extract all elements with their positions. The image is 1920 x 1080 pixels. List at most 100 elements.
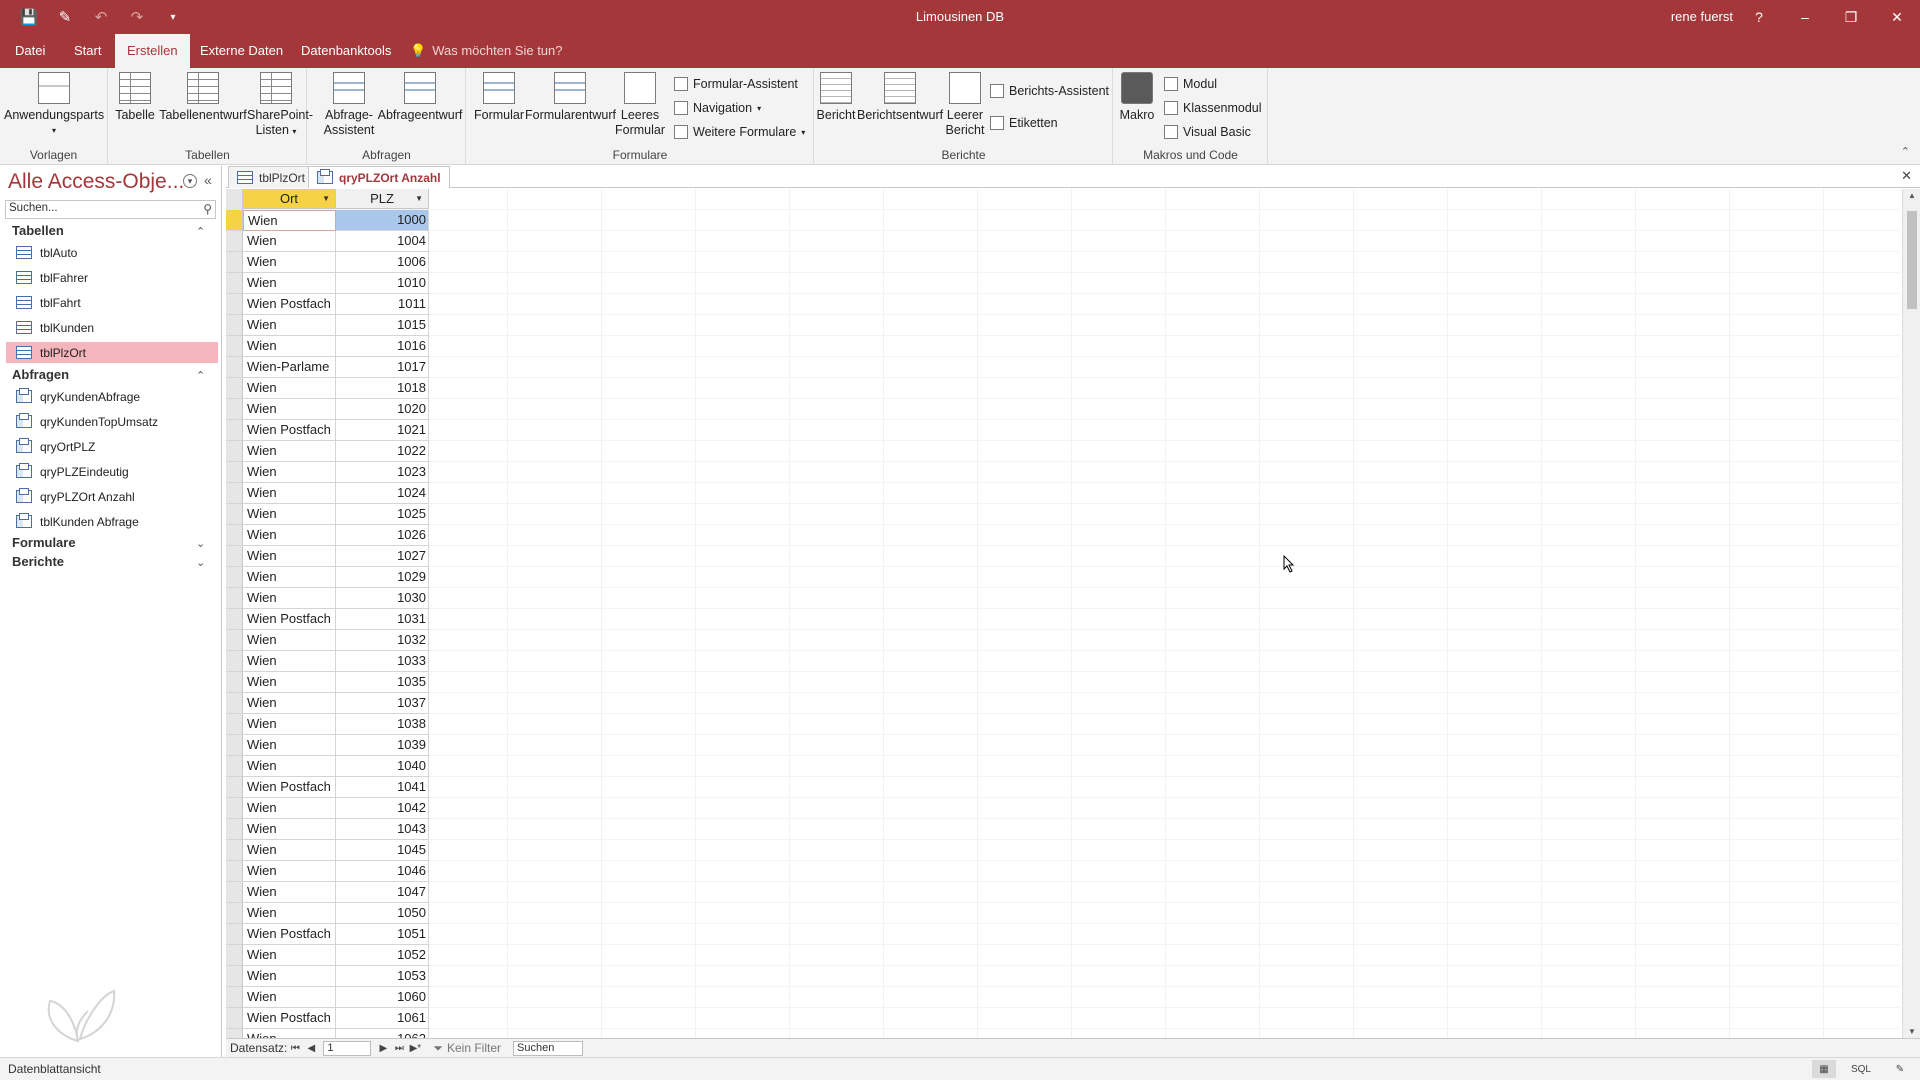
record-selector[interactable] — [226, 462, 243, 483]
cell-ort[interactable]: Wien — [243, 882, 336, 903]
cell-plz[interactable]: 1004 — [336, 231, 429, 252]
record-selector[interactable] — [226, 693, 243, 714]
leeres-formular-button[interactable]: Leeres Formular — [615, 72, 665, 138]
column-header-plz[interactable]: PLZ ▼ — [336, 189, 429, 209]
cell-plz[interactable]: 1018 — [336, 378, 429, 399]
record-selector[interactable] — [226, 504, 243, 525]
first-record-icon[interactable]: ⏮ — [287, 1043, 303, 1054]
cell-ort[interactable]: Wien — [243, 462, 336, 483]
record-selector[interactable] — [226, 441, 243, 462]
design-view-icon[interactable]: ✎ — [1888, 1060, 1912, 1078]
nav-item-tblfahrer[interactable]: tblFahrer — [6, 267, 218, 288]
record-selector[interactable] — [226, 336, 243, 357]
cell-plz[interactable]: 1041 — [336, 777, 429, 798]
user-name[interactable]: rene fuerst — [1671, 9, 1733, 24]
record-selector[interactable] — [226, 882, 243, 903]
close-document-icon[interactable]: ✕ — [1901, 168, 1912, 184]
table-row[interactable]: Wien 1042 — [226, 798, 429, 819]
nav-group-berichte[interactable]: Berichte — [12, 554, 64, 569]
tab-start[interactable]: Start — [62, 34, 113, 68]
table-row[interactable]: Wien 1043 — [226, 819, 429, 840]
undo-icon[interactable]: ↶ — [90, 6, 112, 28]
record-selector[interactable] — [226, 861, 243, 882]
cell-ort[interactable]: Wien Postfach — [243, 777, 336, 798]
table-row[interactable]: Wien 1053 — [226, 966, 429, 987]
table-row[interactable]: Wien Postfach 1011 — [226, 294, 429, 315]
record-selector[interactable] — [226, 987, 243, 1008]
cell-ort[interactable]: Wien — [243, 546, 336, 567]
nav-menu-icon[interactable]: ▾ — [183, 174, 197, 188]
nav-group-formulare[interactable]: Formulare — [12, 535, 76, 550]
cell-plz[interactable]: 1046 — [336, 861, 429, 882]
cell-plz[interactable]: 1024 — [336, 483, 429, 504]
record-selector[interactable] — [226, 651, 243, 672]
table-row[interactable]: Wien 1045 — [226, 840, 429, 861]
restore-button[interactable]: ❐ — [1828, 0, 1874, 34]
record-selector[interactable] — [226, 630, 243, 651]
cell-ort[interactable]: Wien — [243, 966, 336, 987]
design-view-icon[interactable]: ✎ — [54, 6, 76, 28]
record-selector[interactable] — [226, 1029, 243, 1038]
cell-plz[interactable]: 1053 — [336, 966, 429, 987]
modul-button[interactable]: Modul — [1164, 74, 1217, 94]
cell-ort[interactable]: Wien — [243, 651, 336, 672]
tabellenentwurf-button[interactable]: Tabellenentwurf — [159, 72, 247, 123]
cell-plz[interactable]: 1037 — [336, 693, 429, 714]
cell-ort[interactable]: Wien — [243, 714, 336, 735]
record-selector[interactable] — [226, 273, 243, 294]
cell-plz[interactable]: 1052 — [336, 945, 429, 966]
cell-ort[interactable]: Wien — [243, 987, 336, 1008]
record-selector[interactable] — [226, 378, 243, 399]
table-row[interactable]: Wien 1015 — [226, 315, 429, 336]
table-row[interactable]: Wien-Parlame 1017 — [226, 357, 429, 378]
table-row[interactable]: Wien 1060 — [226, 987, 429, 1008]
cell-plz[interactable]: 1022 — [336, 441, 429, 462]
cell-plz[interactable]: 1006 — [336, 252, 429, 273]
table-row[interactable]: Wien 1027 — [226, 546, 429, 567]
cell-ort[interactable]: Wien — [243, 336, 336, 357]
table-row[interactable]: Wien 1022 — [226, 441, 429, 462]
customize-qat-icon[interactable]: ▾ — [162, 6, 184, 28]
nav-item-qryplzeindeutig[interactable]: qryPLZEindeutig — [6, 461, 218, 482]
cell-plz[interactable]: 1061 — [336, 1008, 429, 1029]
table-row[interactable]: Wien 1010 — [226, 273, 429, 294]
record-selector[interactable] — [226, 840, 243, 861]
table-row[interactable]: Wien 1025 — [226, 504, 429, 525]
cell-ort[interactable]: Wien — [243, 861, 336, 882]
record-selector[interactable] — [226, 525, 243, 546]
berichts-assistent-button[interactable]: Berichts-Assistent — [990, 81, 1109, 101]
cell-plz[interactable]: 1031 — [336, 609, 429, 630]
record-selector[interactable] — [226, 609, 243, 630]
abfrage-assistent-button[interactable]: Abfrage- Assistent — [322, 72, 376, 138]
nav-pane-title[interactable]: Alle Access-Obje... — [8, 170, 184, 194]
sql-view-button[interactable]: SQL — [1849, 1060, 1873, 1078]
cell-ort[interactable]: Wien — [243, 903, 336, 924]
cell-ort[interactable]: Wien — [243, 210, 336, 231]
table-row[interactable]: Wien 1000 — [226, 210, 429, 231]
close-button[interactable]: ✕ — [1874, 0, 1920, 34]
record-selector[interactable] — [226, 966, 243, 987]
table-row[interactable]: Wien 1035 — [226, 672, 429, 693]
cell-plz[interactable]: 1050 — [336, 903, 429, 924]
cell-ort[interactable]: Wien — [243, 504, 336, 525]
table-row[interactable]: Wien 1040 — [226, 756, 429, 777]
record-selector[interactable] — [226, 210, 243, 231]
tabelle-button[interactable]: Tabelle — [115, 72, 155, 123]
cell-ort[interactable]: Wien — [243, 378, 336, 399]
cell-ort[interactable]: Wien — [243, 1029, 336, 1038]
record-selector[interactable] — [226, 231, 243, 252]
record-selector[interactable] — [226, 1008, 243, 1029]
table-row[interactable]: Wien 1037 — [226, 693, 429, 714]
vertical-scrollbar[interactable]: ▲ ▼ — [1902, 189, 1920, 1038]
cell-ort[interactable]: Wien — [243, 567, 336, 588]
tell-me-box[interactable]: 💡 Was möchten Sie tun? — [410, 34, 563, 68]
table-row[interactable]: Wien1062 — [226, 1029, 429, 1038]
record-selector[interactable] — [226, 420, 243, 441]
cell-ort[interactable]: Wien Postfach — [243, 1008, 336, 1029]
table-row[interactable]: Wien 1018 — [226, 378, 429, 399]
formularentwurf-button[interactable]: Formularentwurf — [525, 72, 616, 123]
cell-ort[interactable]: Wien — [243, 756, 336, 777]
cell-plz[interactable]: 1021 — [336, 420, 429, 441]
tab-datei[interactable]: Datei — [3, 34, 57, 68]
cell-plz[interactable]: 1011 — [336, 294, 429, 315]
